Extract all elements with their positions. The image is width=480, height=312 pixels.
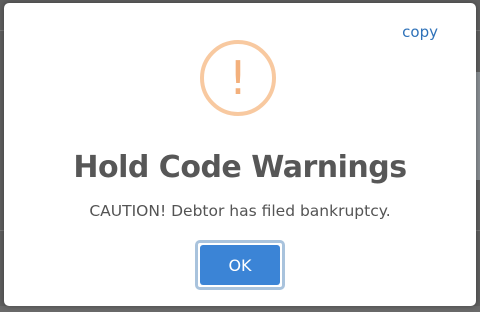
dialog-message: CAUTION! Debtor has filed bankruptcy.: [89, 202, 391, 220]
ok-button[interactable]: OK: [200, 245, 280, 285]
exclamation-icon: !: [200, 40, 276, 116]
dialog-title: Hold Code Warnings: [73, 150, 407, 185]
exclamation-glyph: !: [228, 51, 248, 105]
warning-dialog: copy ! Hold Code Warnings CAUTION! Debto…: [4, 3, 476, 306]
copy-link[interactable]: copy: [402, 23, 438, 41]
page: copy ! Hold Code Warnings CAUTION! Debto…: [0, 0, 480, 312]
ok-button-focus-ring: OK: [195, 240, 285, 290]
background-footer: [0, 306, 480, 312]
